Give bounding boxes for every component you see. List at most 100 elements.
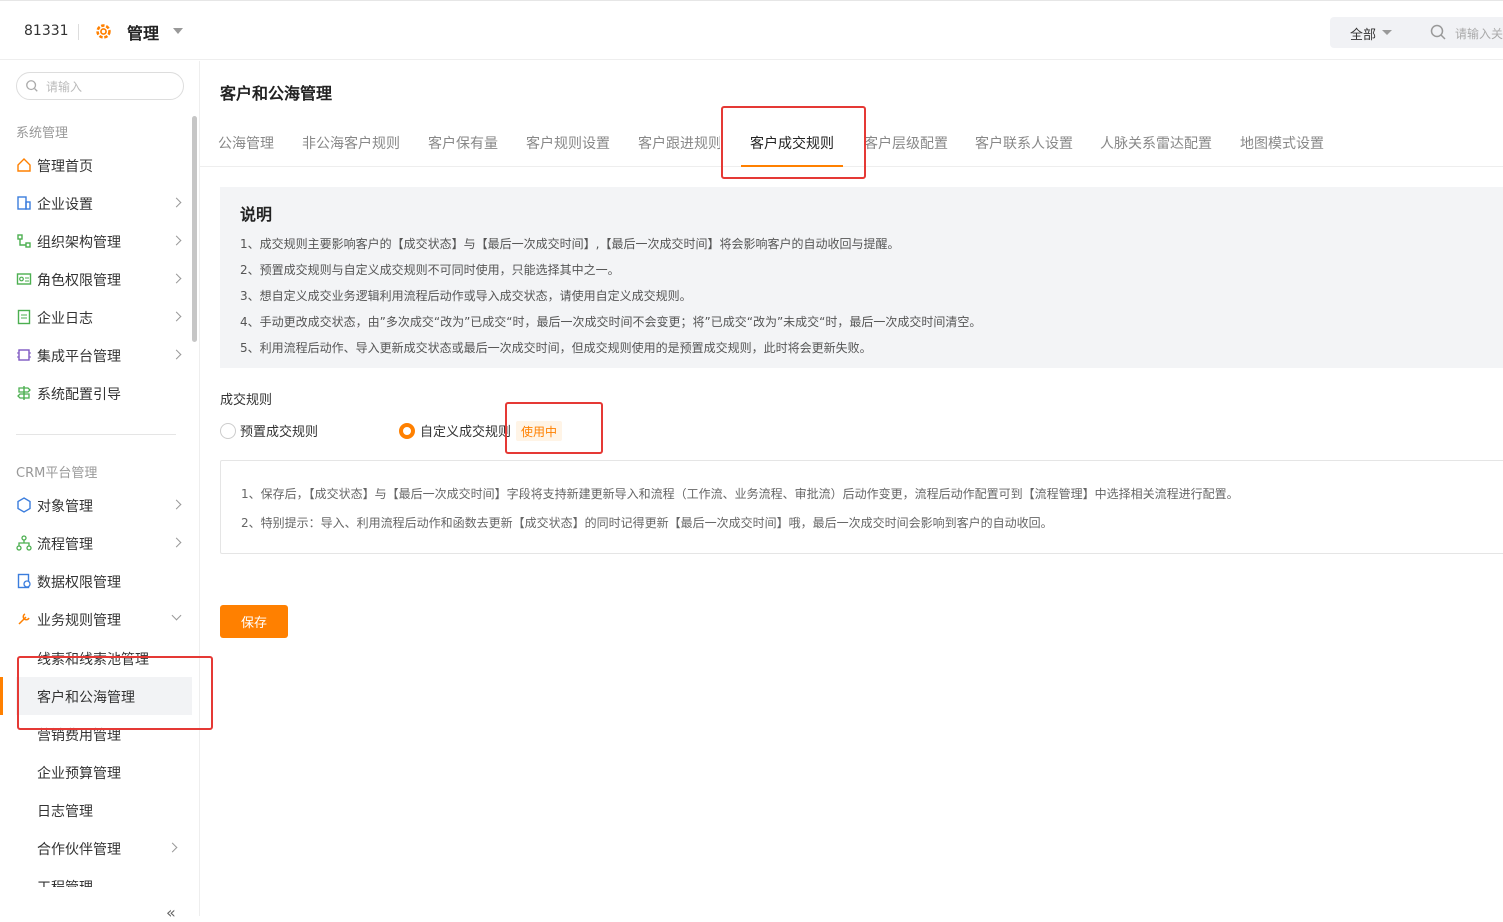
sidebar-item-label: 企业设置 — [37, 197, 93, 213]
sidebar-subitem-leads[interactable]: 线索和线索池管理 — [16, 639, 192, 677]
tenant-id: 81331 — [24, 23, 69, 39]
chevron-right-icon — [171, 273, 182, 284]
sidebar-subitem-label: 合作伙伴管理 — [37, 842, 121, 858]
guide-icon — [17, 386, 31, 400]
save-button[interactable]: 保存 — [220, 605, 288, 638]
sidebar-item-home[interactable]: 管理首页 — [16, 151, 186, 181]
sidebar-item-object[interactable]: 对象管理 — [16, 491, 186, 521]
sidebar-item-flow[interactable]: 流程管理 — [16, 529, 186, 559]
chevron-down-icon — [171, 610, 182, 621]
radio-custom-rule[interactable] — [399, 423, 415, 439]
sidebar-item-business-rule[interactable]: 业务规则管理 — [16, 605, 186, 635]
app-title[interactable]: 管理 — [127, 20, 159, 44]
sidebar-item-integration[interactable]: 集成平台管理 — [16, 341, 186, 371]
flow-icon — [16, 535, 32, 551]
sidebar-item-label: 管理首页 — [37, 159, 93, 175]
tab-map-mode[interactable]: 地图模式设置 — [1240, 133, 1324, 153]
sidebar: 请输入 系统管理 管理首页 企业设置 组织架构管理 角色权限管理 企业日志 集成… — [0, 61, 200, 922]
sidebar-subitem-budget[interactable]: 企业预算管理 — [16, 753, 192, 791]
sidebar-subitem-label: 线索和线索池管理 — [37, 652, 149, 668]
search-icon — [26, 80, 38, 92]
tab-bar: 公海管理 非公海客户规则 客户保有量 客户规则设置 客户跟进规则 客户成交规则 … — [200, 121, 1503, 167]
collapse-sidebar-icon[interactable]: « — [166, 903, 176, 922]
top-bar: 81331 管理 全部 请输入关 — [0, 0, 1503, 60]
tips-panel: 1、保存后，【成交状态】与【最后一次成交时间】字段将支持新建更新导入和流程（工作… — [220, 460, 1503, 554]
sidebar-subitem-label: 企业预算管理 — [37, 766, 121, 782]
business-rule-icon — [18, 613, 30, 625]
sidebar-item-label: 对象管理 — [37, 499, 93, 515]
sidebar-item-label: 组织架构管理 — [37, 235, 121, 251]
active-tab-underline — [741, 165, 843, 167]
tab-customer-holdings[interactable]: 客户保有量 — [428, 133, 498, 153]
tab-customer-level[interactable]: 客户层级配置 — [864, 133, 948, 153]
sidebar-item-label: 业务规则管理 — [37, 613, 121, 629]
chevron-right-icon — [171, 537, 182, 548]
org-structure-icon — [17, 234, 31, 248]
chevron-right-icon — [171, 349, 182, 360]
notice-line: 1、成交规则主要影响客户的【成交状态】与【最后一次成交时间】,【最后一次成交时间… — [240, 237, 900, 251]
chevron-down-icon[interactable] — [173, 28, 183, 34]
sidebar-item-label: 系统配置引导 — [37, 387, 121, 403]
tab-customer-rule-settings[interactable]: 客户规则设置 — [526, 133, 610, 153]
group-title-system: 系统管理 — [16, 126, 69, 141]
sidebar-item-enterprise-settings[interactable]: 企业设置 — [16, 189, 186, 219]
integration-icon — [17, 349, 31, 361]
sidebar-subitem-partner[interactable]: 合作伙伴管理 — [16, 829, 186, 867]
tab-non-public-rules[interactable]: 非公海客户规则 — [302, 133, 400, 153]
gear-icon — [96, 24, 111, 39]
global-search: 全部 请输入关 — [1330, 17, 1503, 48]
sidebar-item-enterprise-log[interactable]: 企业日志 — [16, 303, 186, 333]
sidebar-item-label: 角色权限管理 — [37, 273, 121, 289]
radio-preset-rule[interactable] — [220, 423, 236, 439]
sidebar-item-config-guide[interactable]: 系统配置引导 — [16, 379, 186, 409]
sidebar-subitem-label: 工程管理 — [37, 877, 93, 887]
global-search-input[interactable]: 请输入关 — [1455, 25, 1503, 42]
role-permission-icon — [16, 273, 32, 285]
radio-custom-rule-label[interactable]: 自定义成交规则 — [420, 421, 511, 440]
chevron-right-icon — [167, 842, 178, 853]
sidebar-subitem-marketing-cost[interactable]: 营销费用管理 — [16, 715, 192, 753]
chevron-right-icon — [171, 499, 182, 510]
notice-line: 4、手动更改成交状态，由”多次成交“改为”已成交“时，最后一次成交时间不会变更；… — [240, 315, 982, 329]
scope-chevron-down-icon[interactable] — [1382, 30, 1392, 35]
sidebar-item-label: 企业日志 — [37, 311, 93, 327]
search-icon[interactable] — [1430, 24, 1446, 40]
chevron-right-icon — [171, 235, 182, 246]
sidebar-subitem-customer-pool[interactable]: 客户和公海管理 — [16, 677, 192, 715]
group-title-crm: CRM平台管理 — [16, 466, 98, 481]
sidebar-item-org-structure[interactable]: 组织架构管理 — [16, 227, 186, 257]
tab-public-pool[interactable]: 公海管理 — [218, 133, 274, 153]
sidebar-subitem-engineering[interactable]: 工程管理 — [16, 867, 192, 887]
tab-contact-settings[interactable]: 客户联系人设置 — [975, 133, 1073, 153]
sidebar-divider — [16, 434, 176, 435]
notice-line: 2、预置成交规则与自定义成交规则不可同时使用，只能选择其中之一。 — [240, 263, 620, 277]
tab-relationship-radar[interactable]: 人脉关系雷达配置 — [1100, 133, 1212, 153]
in-use-badge: 使用中 — [516, 421, 563, 441]
sidebar-item-role-permission[interactable]: 角色权限管理 — [16, 265, 186, 295]
sidebar-search-input[interactable]: 请输入 — [16, 72, 184, 100]
notice-line: 3、想自定义成交业务逻辑利用流程后动作或导入成交状态，请使用自定义成交规则。 — [240, 289, 692, 303]
sidebar-subitem-label: 日志管理 — [37, 804, 93, 820]
chevron-right-icon — [171, 197, 182, 208]
search-scope-select[interactable]: 全部 — [1350, 24, 1376, 43]
radio-preset-rule-label[interactable]: 预置成交规则 — [240, 421, 318, 440]
tab-follow-up-rules[interactable]: 客户跟进规则 — [638, 133, 720, 153]
log-icon — [17, 309, 31, 325]
main-content: 客户和公海管理 公海管理 非公海客户规则 客户保有量 客户规则设置 客户跟进规则… — [200, 61, 1503, 916]
object-icon — [17, 497, 31, 513]
sidebar-subitem-log[interactable]: 日志管理 — [16, 791, 192, 829]
tip-line: 2、特别提示：导入、利用流程后动作和函数去更新【成交状态】的同时记得更新【最后一… — [241, 516, 1053, 530]
notice-title: 说明 — [240, 205, 273, 224]
chevron-right-icon — [171, 311, 182, 322]
data-permission-icon — [17, 573, 31, 589]
sidebar-scrollbar[interactable] — [192, 116, 197, 342]
tab-deal-rules[interactable]: 客户成交规则 — [750, 133, 834, 153]
home-icon — [17, 158, 31, 172]
notice-line: 5、利用流程后动作、导入更新成交状态或最后一次成交时间，但成交规则使用的是预置成… — [240, 341, 872, 355]
notice-panel: 说明 1、成交规则主要影响客户的【成交状态】与【最后一次成交时间】,【最后一次成… — [220, 187, 1503, 368]
sidebar-item-label: 数据权限管理 — [37, 575, 121, 591]
sidebar-item-data-permission[interactable]: 数据权限管理 — [16, 567, 186, 597]
sidebar-item-label: 流程管理 — [37, 537, 93, 553]
active-indicator — [0, 677, 3, 715]
sidebar-subitem-label: 营销费用管理 — [37, 728, 121, 744]
